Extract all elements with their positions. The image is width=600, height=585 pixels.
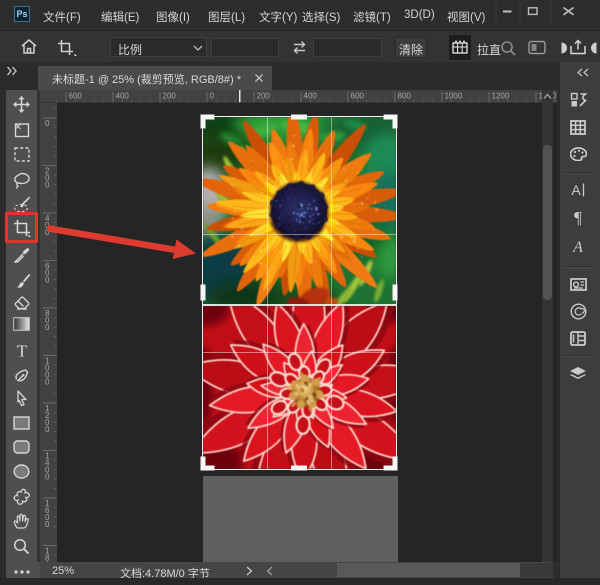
svg-text:200: 200 (257, 92, 271, 101)
svg-text:T: T (16, 342, 27, 359)
svg-text:A: A (571, 182, 581, 198)
svg-text:200: 200 (45, 167, 50, 190)
svg-text:1800: 1800 (45, 547, 50, 563)
svg-text:A: A (572, 239, 583, 255)
svg-text:0: 0 (45, 119, 50, 128)
svg-text:800: 800 (398, 92, 412, 101)
svg-text:600: 600 (351, 92, 365, 101)
svg-text:1200: 1200 (492, 92, 510, 101)
svg-text:0: 0 (210, 92, 215, 101)
svg-text:400: 400 (304, 92, 318, 101)
svg-text:1400: 1400 (45, 452, 50, 482)
svg-text:400: 400 (116, 92, 130, 101)
svg-text:1000: 1000 (445, 92, 463, 101)
svg-text:600: 600 (69, 92, 83, 101)
svg-text:200: 200 (163, 92, 177, 101)
svg-text:800: 800 (45, 309, 50, 332)
svg-text:600: 600 (45, 262, 50, 285)
svg-text:1000: 1000 (45, 357, 50, 387)
svg-text:¶: ¶ (574, 208, 582, 226)
svg-text:1200: 1200 (45, 404, 50, 434)
svg-text:1600: 1600 (45, 499, 50, 529)
